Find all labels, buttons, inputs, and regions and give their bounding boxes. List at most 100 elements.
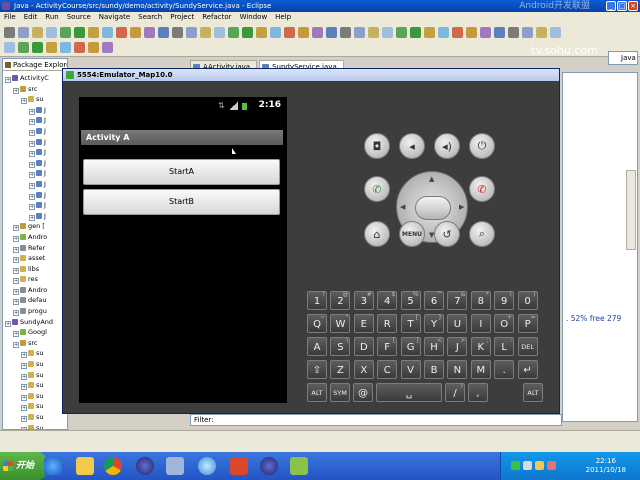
home-icon[interactable]: ⌂	[364, 221, 390, 247]
expand-toggle-icon[interactable]: +	[29, 204, 35, 211]
key-↵[interactable]: ↵	[517, 360, 538, 379]
menu-source[interactable]: Source	[67, 12, 91, 23]
key-d[interactable]: D	[353, 337, 374, 356]
toolbar-button-icon[interactable]	[312, 27, 323, 38]
key-4[interactable]: 4 $	[377, 291, 398, 310]
eclipse-icon[interactable]	[136, 457, 154, 475]
key-c[interactable]: C	[377, 360, 398, 379]
key-s[interactable]: S \	[330, 337, 351, 356]
toolbar-button-icon[interactable]	[410, 27, 421, 38]
key-l[interactable]: L:	[494, 337, 515, 356]
toolbar-button-icon[interactable]	[144, 27, 155, 38]
toolbar-button-icon[interactable]	[200, 27, 211, 38]
menu-help[interactable]: Help	[275, 12, 291, 23]
tree-item[interactable]: + src	[3, 338, 67, 349]
messenger-icon[interactable]	[166, 457, 184, 475]
toolbar-button-icon[interactable]	[284, 27, 295, 38]
expand-toggle-icon[interactable]: +	[21, 352, 27, 359]
tree-item[interactable]: + src	[3, 84, 67, 95]
tree-item[interactable]: + gen [	[3, 221, 67, 232]
toolbar-button-icon[interactable]	[424, 27, 435, 38]
toolbar-button-icon[interactable]	[60, 27, 71, 38]
toolbar-button-icon[interactable]	[396, 27, 407, 38]
key-y[interactable]: Y}	[424, 314, 444, 333]
menu-refactor[interactable]: Refactor	[202, 12, 231, 23]
key-j[interactable]: J >	[447, 337, 468, 356]
toolbar-button-icon[interactable]	[508, 27, 519, 38]
key-o[interactable]: O +	[494, 314, 515, 333]
toolbar-button-icon[interactable]	[116, 27, 127, 38]
expand-toggle-icon[interactable]: +	[13, 278, 19, 285]
tree-item[interactable]: + su	[3, 380, 67, 391]
tray-icon-1[interactable]	[511, 461, 520, 470]
tree-item[interactable]: + libs	[3, 264, 67, 275]
toolbar-button-icon[interactable]	[466, 27, 477, 38]
search-icon[interactable]: ⌕	[469, 221, 495, 247]
dpad-left-icon[interactable]: ◀	[400, 203, 405, 211]
key-t[interactable]: T{	[400, 314, 421, 333]
toolbar-button-icon[interactable]	[452, 27, 463, 38]
dpad-up-icon[interactable]: ▲	[429, 175, 434, 183]
toolbar-button-icon[interactable]	[32, 27, 43, 38]
chrome-icon[interactable]	[104, 457, 122, 475]
toolbar-button-icon[interactable]	[214, 27, 225, 38]
expand-toggle-icon[interactable]: +	[29, 182, 35, 189]
expand-toggle-icon[interactable]: +	[13, 331, 19, 338]
key-1[interactable]: 1!	[307, 291, 327, 310]
volume-down-icon[interactable]: ◂	[399, 133, 425, 159]
expand-toggle-icon[interactable]: +	[29, 119, 35, 126]
expand-toggle-icon[interactable]: +	[29, 129, 35, 136]
expand-toggle-icon[interactable]: +	[13, 310, 19, 317]
expand-toggle-icon[interactable]: +	[21, 373, 27, 380]
key-f[interactable]: F[	[377, 337, 398, 356]
key-space[interactable]: ␣	[376, 383, 442, 402]
tree-item[interactable]: + asset	[3, 253, 67, 264]
toolbar-button-icon[interactable]	[522, 27, 533, 38]
tree-item[interactable]: + Andro	[3, 285, 67, 296]
emulator-title-bar[interactable]: 5554:Emulator_Map10.0	[63, 69, 559, 81]
toolbar-button-icon[interactable]	[102, 27, 113, 38]
toolbar-button-icon[interactable]	[536, 27, 547, 38]
toolbar-button-icon[interactable]	[74, 42, 85, 53]
start-b-button[interactable]: StartB	[83, 189, 280, 215]
expand-toggle-icon[interactable]: +	[13, 257, 19, 264]
expand-toggle-icon[interactable]: +	[5, 77, 11, 83]
expand-toggle-icon[interactable]: +	[13, 246, 19, 253]
toolbar-button-icon[interactable]	[368, 27, 379, 38]
key-/[interactable]: /?	[445, 383, 465, 402]
expand-toggle-icon[interactable]: +	[29, 140, 35, 147]
menu-search[interactable]: Search	[138, 12, 162, 23]
minimize-icon[interactable]: _	[606, 1, 616, 11]
tree-item[interactable]: + su	[3, 412, 67, 423]
key-x[interactable]: X	[353, 360, 374, 379]
toolbar-button-icon[interactable]	[480, 27, 491, 38]
tree-item[interactable]: + J	[3, 137, 67, 148]
tree-item[interactable]: + res	[3, 274, 67, 285]
tray-icon-3[interactable]	[535, 461, 544, 470]
toolbar-button-icon[interactable]	[130, 27, 141, 38]
toolbar-button-icon[interactable]	[256, 27, 267, 38]
key-e[interactable]: E `	[353, 314, 374, 333]
key-b[interactable]: B	[424, 360, 444, 379]
expand-toggle-icon[interactable]: +	[21, 384, 27, 391]
back-icon[interactable]: ↺	[434, 221, 460, 247]
key-2[interactable]: 2 @	[330, 291, 351, 310]
toolbar-button-icon[interactable]	[4, 42, 15, 53]
toolbar-button-icon[interactable]	[74, 27, 85, 38]
expand-toggle-icon[interactable]: +	[21, 394, 27, 401]
eclipse-icon-2[interactable]	[260, 457, 278, 475]
toolbar-button-icon[interactable]	[550, 27, 561, 38]
vertical-scrollbar[interactable]	[626, 170, 636, 250]
menu-project[interactable]: Project	[170, 12, 194, 23]
tree-item[interactable]: + su	[3, 94, 67, 105]
expand-toggle-icon[interactable]: +	[13, 299, 19, 306]
tree-item[interactable]: + ActivityC	[3, 73, 67, 84]
key-r[interactable]: R	[377, 314, 398, 333]
toolbar-button-icon[interactable]	[382, 27, 393, 38]
menu-window[interactable]: Window	[240, 12, 268, 23]
toolbar-button-icon[interactable]	[172, 27, 183, 38]
maximize-icon[interactable]: □	[617, 1, 627, 11]
toolbar-button-icon[interactable]	[438, 27, 449, 38]
key-⇧[interactable]: ⇧	[307, 360, 327, 379]
toolbar-button-icon[interactable]	[18, 27, 29, 38]
